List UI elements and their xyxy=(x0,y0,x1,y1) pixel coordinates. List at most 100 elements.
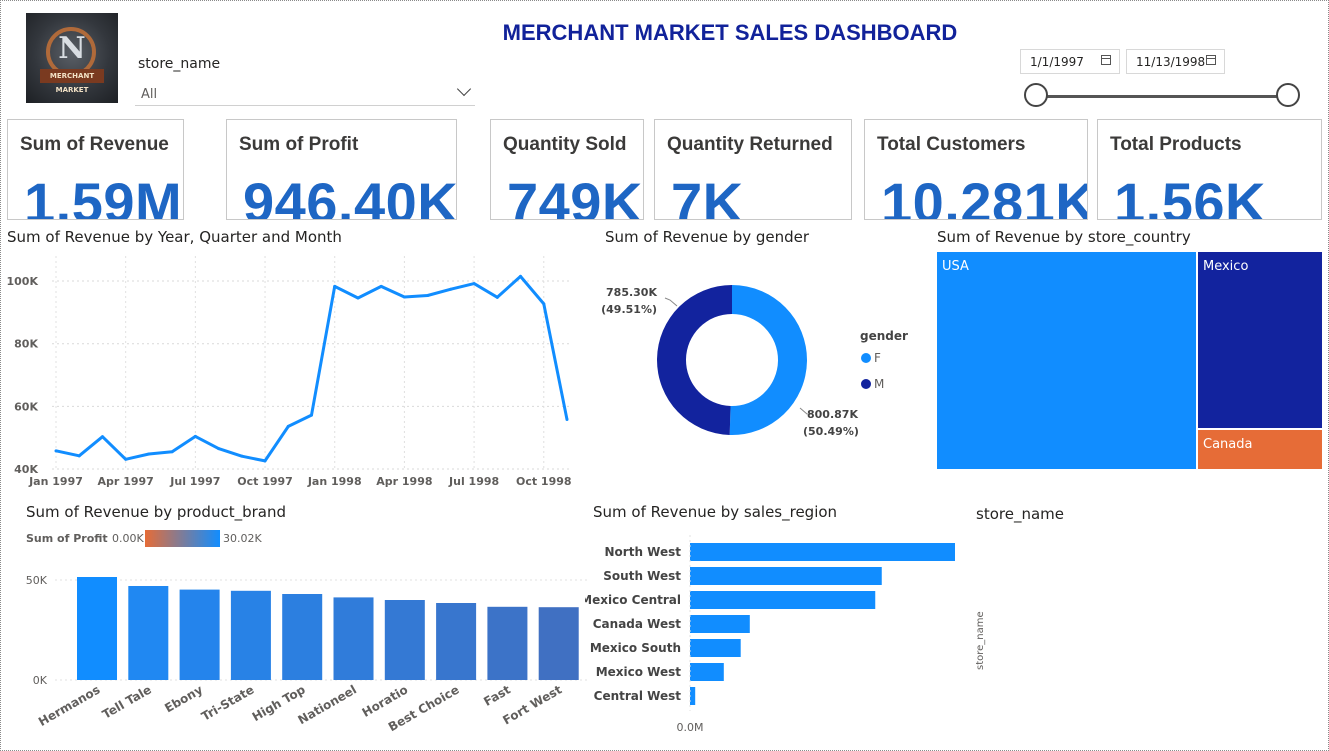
date-range-end-handle[interactable] xyxy=(1276,83,1300,107)
donut-data-label-pct: (49.51%) xyxy=(601,303,657,316)
kpi-label: Sum of Revenue xyxy=(20,134,169,155)
line-chart-title: Sum of Revenue by Year, Quarter and Mont… xyxy=(7,228,342,246)
region-y-tick-label: Mexico West xyxy=(596,665,682,679)
kpi-card-profit: Sum of Profit 946.40K xyxy=(226,119,457,220)
date-range-slider-track[interactable] xyxy=(1036,95,1288,98)
store-name-dropdown[interactable]: All xyxy=(135,80,475,106)
kpi-card-total-products: Total Products 1.56K xyxy=(1097,119,1322,220)
kpi-card-quantity-returned: Quantity Returned 7K xyxy=(654,119,852,220)
revenue-point xyxy=(217,447,221,451)
brand-chart-title: Sum of Revenue by product_brand xyxy=(26,503,286,521)
brand-y-tick-label: 0K xyxy=(33,674,48,687)
kpi-value: 1.56K xyxy=(1114,171,1266,220)
revenue-point xyxy=(124,457,128,461)
kpi-card-quantity-sold: Quantity Sold 749K xyxy=(490,119,644,220)
brand-x-tick-label: Fast xyxy=(481,682,513,708)
revenue-point xyxy=(449,287,453,291)
brand-bar-4 xyxy=(230,590,271,680)
brand-bar-7 xyxy=(384,600,425,680)
date-range-start-handle[interactable] xyxy=(1024,83,1048,107)
calendar-icon[interactable] xyxy=(1101,55,1111,65)
brand-bar-5 xyxy=(282,594,323,680)
store-name-dropdown-value: All xyxy=(141,87,158,102)
logo-band: MERCHANT MARKET xyxy=(40,69,104,94)
line-x-tick-label: Jul 1997 xyxy=(169,475,220,488)
donut-legend-title: gender xyxy=(860,329,908,343)
start-date-input[interactable]: 1/1/1997 xyxy=(1020,49,1120,74)
line-x-tick-label: Jan 1997 xyxy=(28,475,83,488)
end-date-value: 11/13/1998 xyxy=(1136,55,1206,69)
store-name-visual-title: store_name xyxy=(976,505,1064,523)
kpi-label: Total Products xyxy=(1110,134,1242,155)
region-y-tick-label: Mexico Central xyxy=(585,593,681,607)
region-bar-6 xyxy=(690,663,724,681)
calendar-icon[interactable] xyxy=(1206,55,1216,65)
line-y-tick-label: 60K xyxy=(14,400,38,413)
kpi-label: Quantity Returned xyxy=(667,134,833,155)
revenue-point xyxy=(333,284,337,288)
brand-x-tick-label: Hermanos xyxy=(36,682,102,728)
kpi-value: 7K xyxy=(671,171,744,220)
brand-x-tick-label: Tell Tale xyxy=(100,682,154,721)
store-name-visual: store_name xyxy=(975,611,986,670)
region-chart-title: Sum of Revenue by sales_region xyxy=(593,503,838,521)
store-name-slicer-label: store_name xyxy=(138,56,221,72)
donut-legend-marker xyxy=(861,353,871,363)
line-x-tick-label: Apr 1998 xyxy=(376,475,432,488)
revenue-point xyxy=(542,302,546,306)
brand-bar-6 xyxy=(333,597,374,680)
revenue-line-chart: 40K60K80K100KJan 1997 Apr 1997 Jul 1997 Oct… xyxy=(7,256,572,488)
region-bar-1 xyxy=(690,543,955,561)
revenue-point xyxy=(170,450,174,454)
revenue-brand-bar-chart: Sum of Profit 0.00K 30.02K 0K 50K HermanosTel… xyxy=(26,530,590,734)
revenue-point xyxy=(193,434,197,438)
revenue-point xyxy=(100,435,104,439)
start-date-value: 1/1/1997 xyxy=(1030,55,1084,69)
donut-legend-label: M xyxy=(874,377,884,391)
brand-bar-9 xyxy=(487,606,528,680)
profit-legend-min: 0.00K xyxy=(112,532,144,545)
donut-legend-label: F xyxy=(874,351,881,365)
kpi-value: 10.281K xyxy=(881,171,1088,220)
revenue-point xyxy=(356,296,360,300)
donut-leader-line xyxy=(664,297,678,307)
line-x-tick-label: Jan 1998 xyxy=(307,475,362,488)
donut-chart-title: Sum of Revenue by gender xyxy=(605,228,810,246)
region-bar-7 xyxy=(690,687,696,705)
treemap-title: Sum of Revenue by store_country xyxy=(937,228,1191,246)
region-bar-3 xyxy=(690,591,876,609)
revenue-point xyxy=(263,459,267,463)
kpi-value: 946.40K xyxy=(243,171,457,220)
donut-data-label-value: 785.30K xyxy=(606,286,657,299)
kpi-card-total-customers: Total Customers 10.281K xyxy=(864,119,1088,220)
brand-x-tick-label: Nationeel xyxy=(296,682,359,727)
revenue-point xyxy=(286,424,290,428)
donut-slice-m xyxy=(656,285,732,435)
dashboard-title: MERCHANT MARKET SALES DASHBOARD xyxy=(502,20,958,45)
brand-bar-2 xyxy=(128,586,169,680)
treemap-tile-label: Mexico xyxy=(1203,259,1249,274)
revenue-point xyxy=(495,295,499,299)
line-x-tick-label: Oct 1998 xyxy=(516,475,572,488)
revenue-region-bar-chart: North West South West Mexico Central Canada… xyxy=(585,535,955,734)
revenue-series-line xyxy=(55,274,569,463)
brand-bar-3 xyxy=(179,589,220,680)
end-date-input[interactable]: 11/13/1998 xyxy=(1126,49,1225,74)
revenue-point xyxy=(77,454,81,458)
logo-letter: N xyxy=(58,31,86,66)
revenue-point xyxy=(310,413,313,417)
profit-legend-label: Sum of Profit xyxy=(26,532,108,545)
revenue-point xyxy=(402,295,406,299)
revenue-gender-donut: 800.87K (50.49%) 785.30K (49.51%) gender FM xyxy=(601,285,908,438)
line-x-tick-label: Apr 1997 xyxy=(98,475,154,488)
region-y-tick-label: Mexico South xyxy=(590,641,681,655)
kpi-value: 1.59M xyxy=(24,171,183,220)
region-bar-4 xyxy=(690,615,750,633)
revenue-point xyxy=(565,418,569,422)
treemap-tile-canada: Canada xyxy=(1197,429,1323,470)
donut-slice-f xyxy=(729,285,807,435)
line-x-tick-label: Jul 1998 xyxy=(448,475,499,488)
line-y-tick-label: 100K xyxy=(7,275,39,288)
donut-legend-marker xyxy=(861,379,871,389)
revenue-point xyxy=(472,282,476,286)
